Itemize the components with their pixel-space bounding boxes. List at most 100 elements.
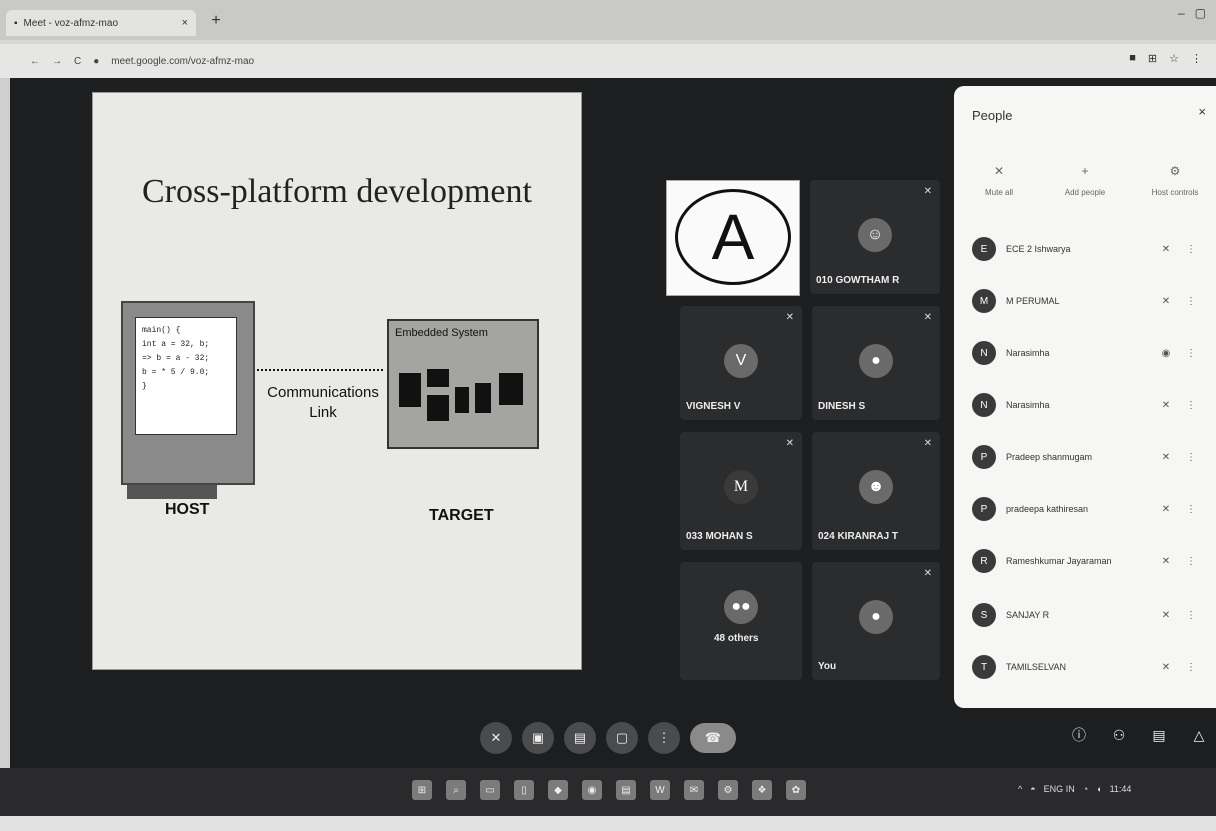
avatar: M xyxy=(972,289,996,313)
participant-row[interactable]: P Pradeep shanmugam ✕ ⋮ xyxy=(972,442,1208,472)
mic-off-icon: ✕ xyxy=(1161,451,1171,463)
activities-button[interactable]: △ xyxy=(1186,722,1212,748)
chip xyxy=(427,395,449,421)
others-tile[interactable]: ●● 48 others xyxy=(680,562,802,680)
more-options-icon[interactable]: ⋮ xyxy=(1186,244,1196,255)
participant-row[interactable]: T TAMILSELVAN ✕ ⋮ xyxy=(972,652,1208,682)
code-line: b = * 5 / 9.0; xyxy=(142,368,210,377)
more-options-icon[interactable]: ⋮ xyxy=(1186,662,1196,673)
add-person-icon: + xyxy=(1081,164,1089,178)
participant-name: M PERUMAL xyxy=(1006,296,1060,306)
participant-row[interactable]: R Rameshkumar Jayaraman ✕ ⋮ xyxy=(972,546,1208,576)
more-options-icon[interactable]: ⋮ xyxy=(1186,610,1196,621)
forward-icon[interactable]: → xyxy=(52,56,62,67)
chrome-icon[interactable]: ◉ xyxy=(582,780,602,800)
tray-arrow-icon[interactable]: ^ xyxy=(1018,784,1022,794)
volume-icon[interactable]: ◖ xyxy=(1096,784,1101,794)
mic-off-icon: ✕ xyxy=(923,186,932,197)
code-line: } xyxy=(142,382,147,391)
participant-row[interactable]: N Narasimha ◉ ⋮ xyxy=(972,338,1208,368)
reload-icon[interactable]: C xyxy=(74,56,81,67)
participant-row[interactable]: S SANJAY R ✕ ⋮ xyxy=(972,600,1208,630)
participant-row[interactable]: N Narasimha ✕ ⋮ xyxy=(972,390,1208,420)
task-view-icon[interactable]: ▭ xyxy=(480,780,500,800)
others-avatars: ●● xyxy=(724,590,758,624)
avatar: ☺ xyxy=(858,218,892,252)
participant-row[interactable]: E ECE 2 Ishwarya ✕ ⋮ xyxy=(972,234,1208,264)
mute-all-button[interactable]: ✕ Mute all xyxy=(964,164,1034,197)
mic-button[interactable]: ✕ xyxy=(480,722,512,754)
self-tile[interactable]: ✕ ● You xyxy=(812,562,940,680)
participant-tile-mohan[interactable]: ✕ M 033 MOHAN S xyxy=(680,432,802,550)
profile-icon[interactable]: ⋮ xyxy=(1191,52,1202,65)
tab-title: Meet - voz-afmz-mao xyxy=(23,17,119,29)
extension-icon[interactable]: ⊞ xyxy=(1148,52,1157,65)
chat-button[interactable]: ▤ xyxy=(1146,722,1172,748)
more-options-icon[interactable]: ⋮ xyxy=(1186,452,1196,463)
code-line: => b = a - 32; xyxy=(142,354,210,363)
more-options-icon[interactable]: ⋮ xyxy=(1186,400,1196,411)
browser-tab[interactable]: ▪ Meet - voz-afmz-mao × xyxy=(6,10,196,36)
chip xyxy=(455,387,469,413)
more-options-button[interactable]: ⋮ xyxy=(648,722,680,754)
mic-off-icon: ✕ xyxy=(993,164,1005,178)
dropbox-icon[interactable]: ❖ xyxy=(752,780,772,800)
settings-icon[interactable]: ⚙ xyxy=(718,780,738,800)
leave-call-button[interactable]: ☎ xyxy=(690,723,736,753)
info-button[interactable]: ⓘ xyxy=(1066,722,1092,748)
participant-tile-dinesh[interactable]: ✕ ● DINESH S xyxy=(812,306,940,420)
more-options-icon[interactable]: ⋮ xyxy=(1186,504,1196,515)
wifi-icon[interactable]: ◔ xyxy=(1083,784,1088,794)
participant-tile-kiranraj[interactable]: ✕ ☻ 024 KIRANRAJ T xyxy=(812,432,940,550)
minimize-icon[interactable]: – xyxy=(1178,6,1185,20)
close-icon[interactable]: × xyxy=(1198,104,1206,119)
avatar: N xyxy=(972,341,996,365)
side-controls: ⓘ ⚇ ▤ △ xyxy=(1066,722,1212,748)
maximize-icon[interactable]: ▢ xyxy=(1195,6,1206,20)
app-icon-2[interactable]: ✿ xyxy=(786,780,806,800)
star-icon[interactable]: ☆ xyxy=(1169,52,1179,65)
participant-name: ECE 2 Ishwarya xyxy=(1006,244,1071,254)
participant-name: SANJAY R xyxy=(1006,610,1050,620)
more-options-icon[interactable]: ⋮ xyxy=(1186,348,1196,359)
people-button[interactable]: ⚇ xyxy=(1106,722,1132,748)
url-text[interactable]: meet.google.com/voz-afmz-mao xyxy=(111,56,254,67)
mic-off-icon: ✕ xyxy=(1161,399,1171,411)
windows-start-icon[interactable]: ⊞ xyxy=(412,780,432,800)
more-options-icon[interactable]: ⋮ xyxy=(1186,296,1196,307)
captions-button[interactable]: ▤ xyxy=(564,722,596,754)
mic-off-icon: ✕ xyxy=(923,312,932,323)
more-options-icon[interactable]: ⋮ xyxy=(1186,556,1196,567)
participant-row[interactable]: P pradeepa kathiresan ✕ ⋮ xyxy=(972,494,1208,524)
store-icon[interactable]: ◆ xyxy=(548,780,568,800)
clock[interactable]: 11:44 xyxy=(1110,784,1132,794)
language-indicator[interactable]: ENG IN xyxy=(1044,784,1075,794)
host-controls-button[interactable]: ⚙ Host controls xyxy=(1140,164,1210,197)
people-icon: ⚇ xyxy=(1112,726,1126,743)
participant-name: 024 KIRANRAJ T xyxy=(818,531,899,542)
back-icon[interactable]: ← xyxy=(30,56,40,67)
participant-tile-vignesh[interactable]: ✕ V VIGNESH V xyxy=(680,306,802,420)
participant-tile-gowtham[interactable]: ✕ ☺ 010 GOWTHAM R xyxy=(810,180,940,294)
avatar: V xyxy=(724,344,758,378)
mute-all-label: Mute all xyxy=(984,188,1013,197)
file-explorer-icon[interactable]: ▯ xyxy=(514,780,534,800)
add-people-label: Add people xyxy=(1064,188,1106,197)
system-tray: ^ ◓ ENG IN ◔ ◖ 11:44 xyxy=(1018,784,1131,794)
word-icon[interactable]: W xyxy=(650,780,670,800)
participant-row[interactable]: M M PERUMAL ✕ ⋮ xyxy=(972,286,1208,316)
app-icon[interactable]: ▤ xyxy=(616,780,636,800)
chip xyxy=(499,373,523,405)
present-button[interactable]: ▢ xyxy=(606,722,638,754)
avatar: E xyxy=(972,237,996,261)
camera-button[interactable]: ▣ xyxy=(522,722,554,754)
add-people-button[interactable]: + Add people xyxy=(1050,164,1120,197)
mail-icon[interactable]: ✉ xyxy=(684,780,704,800)
participant-name: Narasimha xyxy=(1006,348,1050,358)
search-icon[interactable]: ⌕ xyxy=(446,780,466,800)
tab-close-icon[interactable]: × xyxy=(182,17,188,29)
new-tab-button[interactable]: + xyxy=(205,10,227,32)
participant-tile-a[interactable]: A xyxy=(666,180,800,296)
record-icon[interactable]: ■ xyxy=(1129,52,1136,65)
network-icon[interactable]: ◓ xyxy=(1030,784,1035,794)
